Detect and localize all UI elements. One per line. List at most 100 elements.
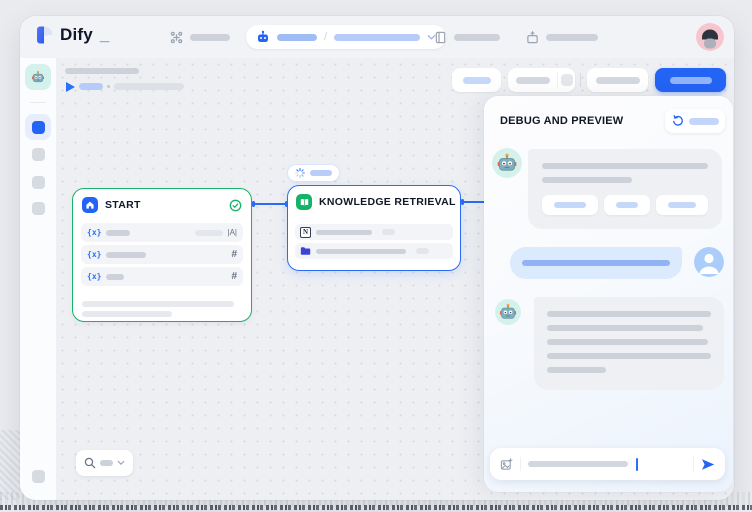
run-split-button[interactable] — [508, 68, 575, 92]
image-upload-icon[interactable] — [500, 458, 513, 471]
description-skeleton — [82, 311, 172, 317]
zoom-level-skeleton — [100, 460, 113, 466]
panel-header: DEBUG AND PREVIEW — [500, 108, 725, 134]
dify-logo: Dify _ — [34, 25, 109, 45]
background-noise-corner — [0, 430, 20, 500]
run-play-icon[interactable] — [66, 82, 75, 92]
user-profile-avatar[interactable] — [696, 23, 724, 51]
node-running-chip[interactable] — [287, 164, 340, 182]
sidebar-item-3[interactable] — [32, 176, 45, 189]
chatbot-icon — [256, 30, 270, 44]
suggested-question-chip[interactable] — [604, 195, 650, 215]
spinner-icon — [295, 168, 305, 178]
message-text-skeleton — [547, 311, 711, 317]
chat-input[interactable] — [490, 448, 725, 480]
chip-text-skeleton — [554, 202, 586, 208]
features-button[interactable] — [452, 68, 501, 92]
variable-name-skeleton — [106, 274, 124, 280]
plugin-box-icon — [526, 31, 539, 44]
bot-message-bubble — [534, 297, 724, 390]
split-divider — [557, 73, 558, 87]
input-divider — [520, 457, 521, 471]
node-start[interactable]: START {x} |A| — [72, 188, 252, 322]
nav-label-skeleton — [454, 34, 500, 41]
message-text-skeleton — [547, 325, 703, 331]
knowledge-source-row: N — [295, 224, 453, 240]
node-title: START — [105, 199, 141, 211]
bot-avatar — [492, 148, 522, 178]
orchestrate-icon — [32, 121, 45, 134]
text-caret — [636, 458, 638, 471]
bot-message-bubble — [528, 149, 722, 229]
chip-label-skeleton — [310, 170, 332, 176]
node-knowledge-retrieval[interactable]: KNOWLEDGE RETRIEVAL N — [287, 185, 461, 271]
workflow-title-skeleton — [65, 68, 139, 74]
debug-preview-panel: DEBUG AND PREVIEW — [484, 96, 733, 492]
sidebar-item-4[interactable] — [32, 202, 45, 215]
suggested-questions — [542, 195, 708, 215]
source-name-skeleton — [316, 249, 406, 254]
variable-name-skeleton — [106, 252, 146, 258]
left-rail — [20, 58, 56, 500]
plugins-nav-button[interactable] — [526, 31, 598, 44]
restart-icon — [672, 115, 684, 127]
node-title: KNOWLEDGE RETRIEVAL — [319, 196, 456, 208]
open-book-icon — [296, 194, 312, 210]
home-icon — [82, 197, 98, 213]
variable-row: {x} # — [81, 267, 243, 286]
current-app-icon[interactable] — [25, 64, 51, 90]
variable-type-number: # — [231, 249, 237, 260]
background-text-noise — [0, 505, 752, 510]
brand-underscore: _ — [100, 25, 109, 45]
toolbar-divider — [580, 73, 581, 87]
suggested-question-chip[interactable] — [656, 195, 708, 215]
status-separator-dot — [107, 85, 110, 88]
publish-button[interactable] — [655, 68, 726, 92]
tool-label-skeleton — [190, 34, 230, 41]
message-text-skeleton — [547, 339, 708, 345]
sidebar-item-settings[interactable] — [32, 470, 45, 483]
app-selector-dropdown[interactable]: / — [246, 25, 446, 49]
run-status-skeleton — [79, 83, 103, 90]
check-circle-icon — [229, 199, 242, 212]
sidebar-item-orchestrate-active[interactable] — [25, 114, 51, 140]
dify-logo-mark — [34, 25, 54, 45]
nav-label-skeleton — [546, 34, 598, 41]
variable-icon: {x} — [87, 228, 101, 237]
top-bar: Dify _ — [20, 16, 734, 58]
bot-avatar — [495, 299, 521, 325]
split-menu-button[interactable] — [561, 74, 573, 86]
node-variable-list: {x} |A| {x} # {x} — [73, 223, 251, 286]
sidebar-item-2[interactable] — [32, 148, 45, 161]
button-label-skeleton — [596, 77, 640, 84]
desktop-background: Dify _ — [0, 0, 752, 512]
typed-text-skeleton — [528, 461, 628, 467]
button-label-skeleton — [463, 77, 491, 84]
restart-label-skeleton — [689, 118, 719, 125]
user-avatar — [694, 247, 724, 277]
source-name-skeleton — [316, 230, 372, 235]
rail-divider — [30, 102, 46, 103]
button-label-skeleton — [516, 77, 550, 84]
node-start-header: START — [73, 189, 251, 213]
preview-button[interactable] — [587, 68, 648, 92]
chevron-down-icon — [117, 460, 125, 466]
user-message-bubble — [510, 247, 682, 279]
variable-icon: {x} — [87, 272, 101, 281]
notion-icon: N — [300, 227, 311, 238]
zoom-control[interactable] — [76, 450, 133, 476]
send-icon[interactable] — [701, 458, 715, 471]
panel-title: DEBUG AND PREVIEW — [500, 115, 623, 127]
restart-conversation-button[interactable] — [665, 109, 725, 133]
brand-name: Dify — [60, 25, 93, 45]
notebook-icon — [434, 31, 447, 44]
breadcrumb-separator: / — [324, 31, 327, 43]
edge-start-to-knowledge[interactable] — [253, 203, 287, 205]
node-kr-header: KNOWLEDGE RETRIEVAL — [288, 186, 460, 210]
workflow-tool-button[interactable] — [170, 31, 230, 44]
suggested-question-chip[interactable] — [542, 195, 598, 215]
message-text-skeleton — [542, 163, 708, 169]
run-info-skeleton — [114, 83, 184, 90]
knowledge-nav-button[interactable] — [434, 31, 500, 44]
workflow-name-skeleton — [334, 34, 420, 41]
